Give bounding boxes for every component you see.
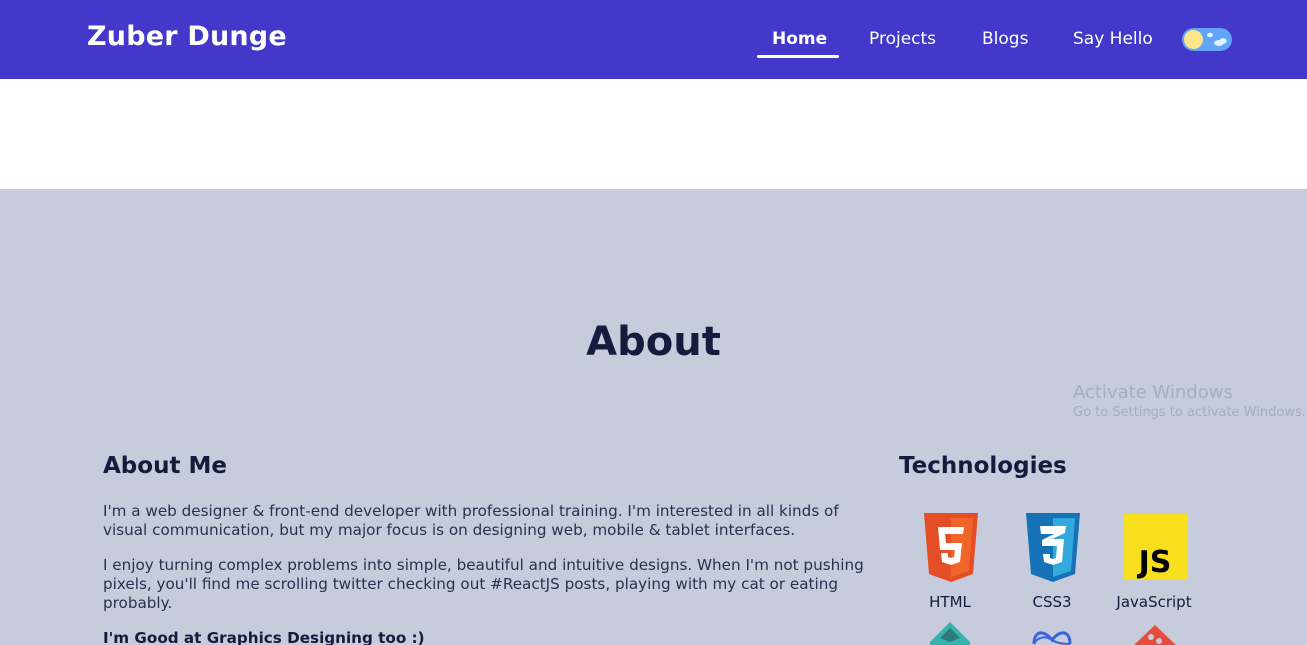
tech-javascript-label: JavaScript	[1116, 593, 1192, 611]
watermark-line-1: Activate Windows	[1073, 382, 1233, 403]
html5-icon	[924, 513, 978, 582]
tech-css3-label: CSS3	[1032, 593, 1072, 611]
cloud-icon	[1207, 32, 1227, 46]
about-me-heading: About Me	[103, 453, 227, 479]
sun-icon	[1184, 30, 1203, 49]
theme-toggle[interactable]	[1182, 28, 1232, 51]
nav-projects[interactable]: Projects	[869, 29, 936, 49]
javascript-icon: JS	[1124, 514, 1188, 580]
bootstrap-icon	[930, 622, 970, 645]
about-paragraph-1: I'm a web designer & front-end developer…	[103, 502, 839, 539]
about-paragraph-3: I'm Good at Graphics Designing too :)	[103, 629, 425, 645]
nav-say-hello[interactable]: Say Hello	[1073, 29, 1153, 49]
hero-spacer	[0, 79, 1307, 189]
navbar: Zuber Dunge Home Projects Blogs Say Hell…	[0, 0, 1307, 79]
git-icon	[1134, 625, 1176, 645]
tech-javascript: JS JavaScript	[1104, 513, 1204, 613]
technologies-heading: Technologies	[899, 453, 1067, 479]
watermark-line-2: Go to Settings to activate Windows.	[1073, 405, 1306, 420]
nav-blogs[interactable]: Blogs	[982, 29, 1028, 49]
brand-logo[interactable]: Zuber Dunge	[87, 21, 287, 52]
meta-icon	[1032, 631, 1072, 645]
svg-text:JS: JS	[1137, 545, 1172, 580]
nav-active-indicator	[757, 55, 839, 58]
about-paragraph-2: I enjoy turning complex problems into si…	[103, 556, 864, 612]
nav-home[interactable]: Home	[772, 29, 827, 49]
about-title: About	[586, 319, 721, 365]
tech-html: HTML	[900, 513, 1000, 613]
tech-html-label: HTML	[929, 593, 971, 611]
windows-activation-watermark: Activate Windows Go to Settings to activ…	[1073, 382, 1306, 420]
css3-icon	[1026, 513, 1080, 582]
tech-css3: CSS3	[1002, 513, 1102, 613]
